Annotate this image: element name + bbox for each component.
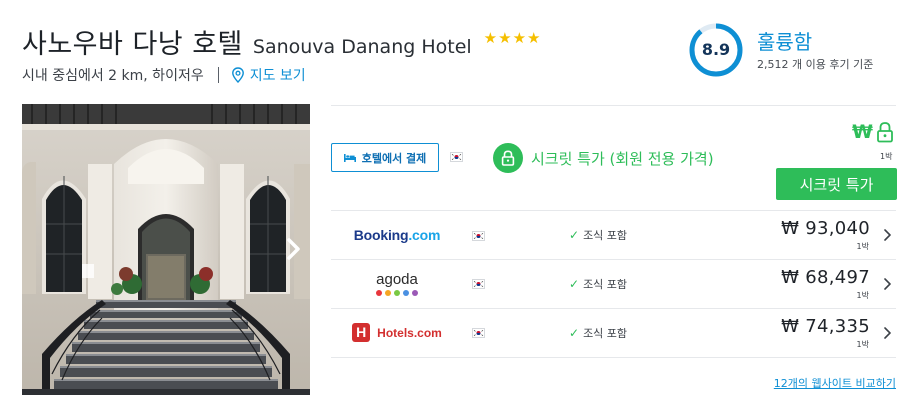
chevron-right-icon [884,327,891,339]
breakfast-label: 조식 포함 [583,327,628,340]
agoda-logo-text: agoda [376,270,418,288]
rating-score: 8.9 [701,40,731,59]
check-icon: ✓ [569,326,580,340]
breakfast-label: 조식 포함 [583,278,628,291]
secret-deal-text: 시크릿 특가 (회원 전용 가격) [531,149,714,168]
pay-at-hotel-button[interactable]: 호텔에서 결제 [331,143,439,172]
agoda-logo-dot [394,289,400,296]
secret-deal-banner[interactable]: 시크릿 특가 (회원 전용 가격) [493,143,714,173]
check-icon: ✓ [569,277,580,291]
deal-row-hotels[interactable]: H Hotels.com ✓ 조식 포함 ₩ 74,335 1박 [331,308,896,357]
lock-icon [493,143,523,173]
booking-logo-suffix: .com [408,226,441,243]
hotel-name-english: Sanouva Danang Hotel [252,36,472,58]
hotel-title: 사노우바 다낭 호텔 Sanouva Danang Hotel ★ ★ ★ ★ [22,22,540,61]
hotels-logo-text: Hotels.com [377,325,442,340]
korea-flag-icon [472,231,485,241]
star-icon: ★ [498,29,512,47]
divider [331,105,896,106]
star-icon: ★ [483,29,498,47]
korea-flag-icon [472,279,485,289]
view-map-label: 지도 보기 [249,68,306,84]
chevron-right-icon [884,278,891,290]
per-night-label: 1박 [856,242,869,251]
per-night-label: 1박 [856,340,869,349]
secret-deal-button[interactable]: 시크릿 특가 [776,168,897,200]
per-night-label: 1박 [856,291,869,300]
hotel-photo[interactable] [22,104,310,395]
star-icon: ★ [512,29,527,47]
star-icon: ★ [527,29,541,47]
check-icon: ✓ [569,228,580,242]
breakfast-included: ✓ 조식 포함 [569,325,627,341]
hotel-location-row: 시내 중심에서 2 km, 하이저우 지도 보기 [22,65,306,85]
rating-label[interactable]: 훌륭함 [757,26,812,55]
deal-price: ₩ 74,335 [781,316,870,337]
breakfast-included: ✓ 조식 포함 [569,227,627,243]
agoda-logo-dot [385,289,391,296]
divider [217,67,219,83]
compare-websites-link[interactable]: 12개의 웹사이트 비교하기 [774,375,896,391]
review-count[interactable]: 2,512 개 이용 후기 기준 [757,56,873,72]
hotel-location: 시내 중심에서 2 km, 하이저우 [22,68,204,84]
next-photo-chevron-right-icon[interactable] [282,234,304,264]
agoda-logo-dot [412,289,418,296]
map-pin-icon [231,67,244,83]
korea-flag-icon [450,152,463,162]
view-map-link[interactable]: 지도 보기 [231,65,306,85]
hotel-name-korean: 사노우바 다낭 호텔 [22,29,243,60]
breakfast-label: 조식 포함 [583,229,628,242]
deal-row-booking[interactable]: Booking.com ✓ 조식 포함 ₩ 93,040 1박 [331,210,896,259]
lock-icon [877,122,893,143]
deal-row-agoda[interactable]: agoda ✓ 조식 포함 ₩ 68,497 1박 [331,259,896,308]
hotels-logo-badge: H [352,323,371,342]
agoda-logo: agoda [331,260,463,307]
deal-price: ₩ 93,040 [781,218,870,239]
pay-at-hotel-label: 호텔에서 결제 [361,151,427,165]
agoda-logo-dots [376,289,418,296]
korea-flag-icon [472,328,485,338]
booking-logo-text: Booking [353,226,409,243]
agoda-logo-dot [403,289,409,296]
bed-icon [343,154,356,162]
breakfast-included: ✓ 조식 포함 [569,276,627,292]
deal-price: ₩ 68,497 [781,267,870,288]
chevron-right-icon [884,229,891,241]
hotel-entrance-image [22,104,310,395]
hotels-logo: H Hotels.com [331,309,463,356]
divider [331,357,896,358]
secret-per-night: 1박 [880,152,893,161]
hotel-star-rating: ★ ★ ★ ★ [484,31,541,46]
secret-deal-price[interactable]: ₩ [852,121,894,143]
agoda-logo-dot [376,289,382,296]
booking-logo: Booking.com [331,211,463,258]
rating-badge[interactable]: 8.9 [688,22,744,78]
secret-currency: ₩ [852,121,873,143]
